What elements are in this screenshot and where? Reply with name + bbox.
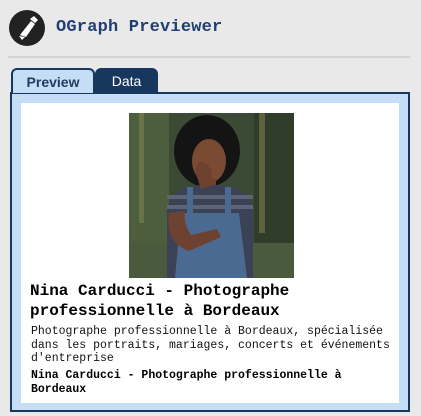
og-preview-card: Nina Carducci - Photographe professionne… [21,103,399,403]
app-header: OGraph Previewer [0,0,421,58]
og-preview-site-name: Nina Carducci - Photographe professionne… [31,369,342,396]
og-preview-image [129,113,294,278]
app-title: OGraph Previewer [56,18,223,37]
tab-preview[interactable]: Preview [11,68,95,93]
header-divider [8,56,410,58]
og-preview-description: Photographe professionnelle à Bordeaux, … [31,325,390,365]
tab-data[interactable]: Data [95,68,158,93]
pen-nib-icon [9,10,45,46]
preview-panel: Nina Carducci - Photographe professionne… [10,92,410,412]
og-preview-title: Nina Carducci - Photographe professionne… [30,282,290,320]
